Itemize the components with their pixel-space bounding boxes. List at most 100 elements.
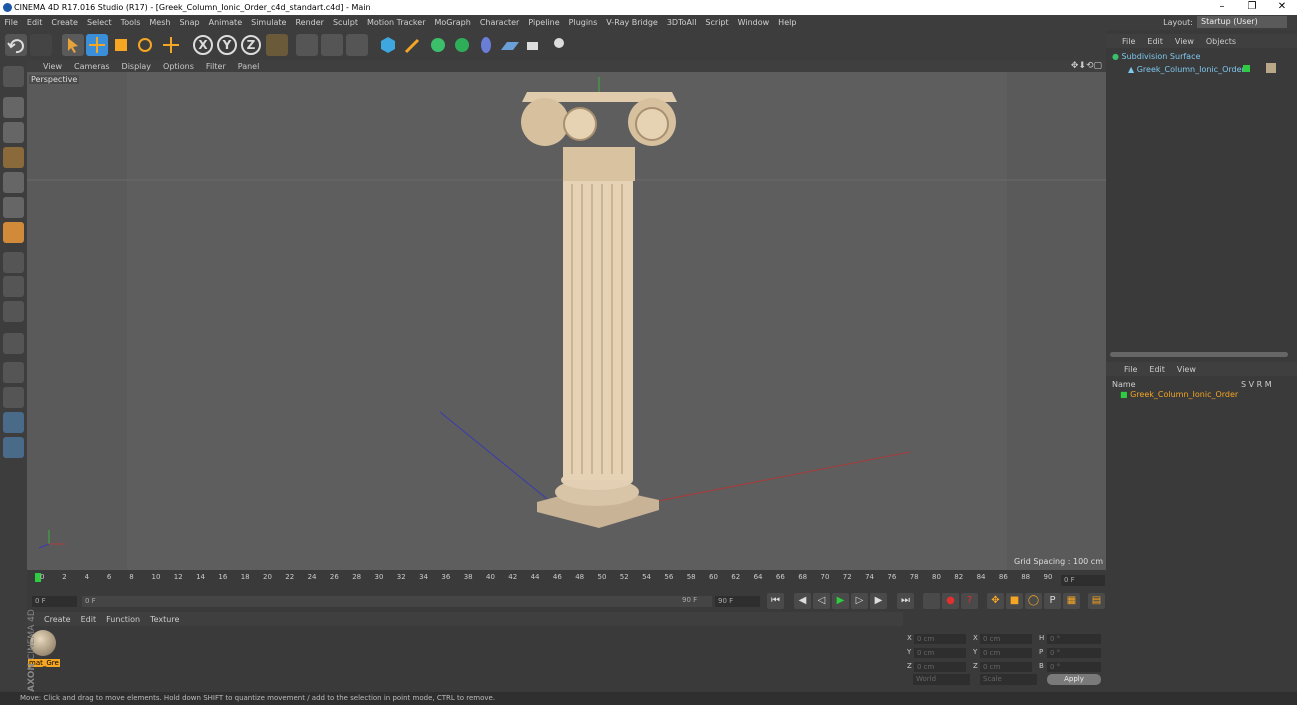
pos-z-field[interactable]: 0 cm [914,662,966,672]
subdivision-surface-icon[interactable] [427,34,449,56]
start-frame-field[interactable]: 0 F [32,596,77,607]
menu-edit[interactable]: Edit [22,18,47,27]
menu-file[interactable]: File [0,18,22,27]
menu-select[interactable]: Select [82,18,116,27]
layer-item[interactable]: ■ Greek_Column_Ionic_Order [1120,390,1250,400]
end-frame-field[interactable]: 90 F [715,596,760,607]
frame-range-slider[interactable]: 0 F [82,596,712,607]
x-axis-lock-icon[interactable]: X [193,35,213,55]
viewport-menu-panel[interactable]: Panel [232,62,266,71]
minimize-button[interactable]: – [1207,0,1237,15]
pen-spline-icon[interactable] [402,34,424,56]
menu-pipeline[interactable]: Pipeline [524,18,564,27]
size-x-field[interactable]: 0 cm [980,634,1032,644]
material-menu-texture[interactable]: Texture [145,615,184,624]
om-menu-edit[interactable]: Edit [1141,37,1169,46]
viewport-nav-icons[interactable]: ✥⬇⟲▢ [1071,61,1102,71]
menu-create[interactable]: Create [47,18,83,27]
material-menu-function[interactable]: Function [101,615,145,624]
menu-help[interactable]: Help [774,18,801,27]
pos-x-field[interactable]: 0 cm [914,634,966,644]
menu-tools[interactable]: Tools [116,18,145,27]
next-keyframe-icon[interactable]: ▶ [870,593,887,609]
lm-menu-edit[interactable]: Edit [1143,365,1171,374]
menu-window[interactable]: Window [733,18,774,27]
tweak-mode-icon[interactable] [3,276,24,297]
viewport-menu-display[interactable]: Display [116,62,158,71]
lm-menu-file[interactable]: File [1118,365,1143,374]
floor-icon[interactable] [499,34,521,56]
make-editable-icon[interactable] [3,66,24,87]
key-pla-icon[interactable]: ▦ [1063,593,1080,609]
points-mode-icon[interactable] [3,172,24,193]
menu-vray-bridge[interactable]: V-Ray Bridge [602,18,663,27]
viewport-menu-options[interactable]: Options [157,62,200,71]
material-menu-edit[interactable]: Edit [76,615,102,624]
undo-icon[interactable] [5,34,27,56]
z-axis-lock-icon[interactable]: Z [241,35,261,55]
live-selection-icon[interactable] [62,34,84,56]
key-scale-icon[interactable]: ■ [1006,593,1023,609]
planar-workplane-icon[interactable] [3,387,24,408]
om-scrollbar[interactable] [1110,352,1288,357]
y-axis-lock-icon[interactable]: Y [217,35,237,55]
restore-button[interactable]: ❐ [1237,0,1267,15]
python-script-2-icon[interactable] [3,437,24,458]
record-keys-icon[interactable] [923,593,940,609]
go-to-end-icon[interactable]: ⏭ [897,593,914,609]
pos-y-field[interactable]: 0 cm [914,648,966,658]
material-tag-icon[interactable] [1266,63,1276,73]
polygons-mode-icon[interactable] [3,222,24,243]
render-picture-viewer-icon[interactable] [321,34,343,56]
magnet-tool-icon[interactable] [3,333,24,354]
next-frame-icon[interactable]: ▷ [851,593,868,609]
menu-animate[interactable]: Animate [204,18,247,27]
move-tool-icon[interactable] [86,34,108,56]
redo-icon[interactable] [30,34,52,56]
rot-h-field[interactable]: 0 ° [1047,634,1101,644]
edges-mode-icon[interactable] [3,197,24,218]
viewport-menu-view[interactable]: View [37,62,68,71]
render-settings-icon[interactable] [346,34,368,56]
om-menu-file[interactable]: File [1116,37,1141,46]
light-icon[interactable] [548,34,570,56]
transform-tool-icon[interactable] [160,34,182,56]
workplane-mode-icon[interactable] [3,147,24,168]
menu-mograph[interactable]: MoGraph [430,18,475,27]
om-menu-objects[interactable]: Objects [1200,37,1242,46]
viewport-menu-filter[interactable]: Filter [200,62,232,71]
coord-mode-dropdown[interactable]: World [913,674,970,685]
menu-mesh[interactable]: Mesh [145,18,175,27]
menu-motion-tracker[interactable]: Motion Tracker [362,18,430,27]
model-mode-icon[interactable] [3,97,24,118]
menu-sculpt[interactable]: Sculpt [328,18,362,27]
menu-simulate[interactable]: Simulate [247,18,291,27]
play-forward-icon[interactable]: ▶ [832,593,849,609]
previous-frame-icon[interactable]: ◁ [813,593,830,609]
menu-snap[interactable]: Snap [175,18,204,27]
timeline-window-icon[interactable]: ▤ [1088,593,1105,609]
snap-toggle-icon[interactable] [3,301,24,322]
rot-b-field[interactable]: 0 ° [1047,662,1101,672]
menu-3dtoall[interactable]: 3DToAll [662,18,701,27]
coord-scale-dropdown[interactable]: Scale [980,674,1037,685]
python-script-icon[interactable] [3,412,24,433]
key-parameter-icon[interactable]: P [1044,593,1061,609]
go-to-start-icon[interactable]: ⏮ [767,593,784,609]
workplane-lock-icon[interactable] [3,362,24,383]
menu-script[interactable]: Script [701,18,733,27]
layout-dropdown[interactable]: Startup (User) [1197,16,1287,28]
timeline-ruler[interactable]: 0 2 4 6 8 10 12 14 16 18 20 22 24 26 28 30 32 34 36 38 40 42 4… [27,570,1106,592]
size-y-field[interactable]: 0 cm [980,648,1032,658]
record-active-icon[interactable]: ● [942,593,959,609]
rotate-tool-icon[interactable] [134,34,156,56]
key-rotation-icon[interactable]: ◯ [1025,593,1042,609]
lm-menu-view[interactable]: View [1171,365,1202,374]
camera-icon[interactable] [523,34,545,56]
menu-render[interactable]: Render [291,18,328,27]
menu-character[interactable]: Character [475,18,524,27]
viewport[interactable]: View Cameras Display Options Filter Pane… [27,60,1106,570]
object-subdivision-surface[interactable]: ● Subdivision Surface [1112,52,1242,62]
render-view-icon[interactable] [296,34,318,56]
om-menu-view[interactable]: View [1169,37,1200,46]
